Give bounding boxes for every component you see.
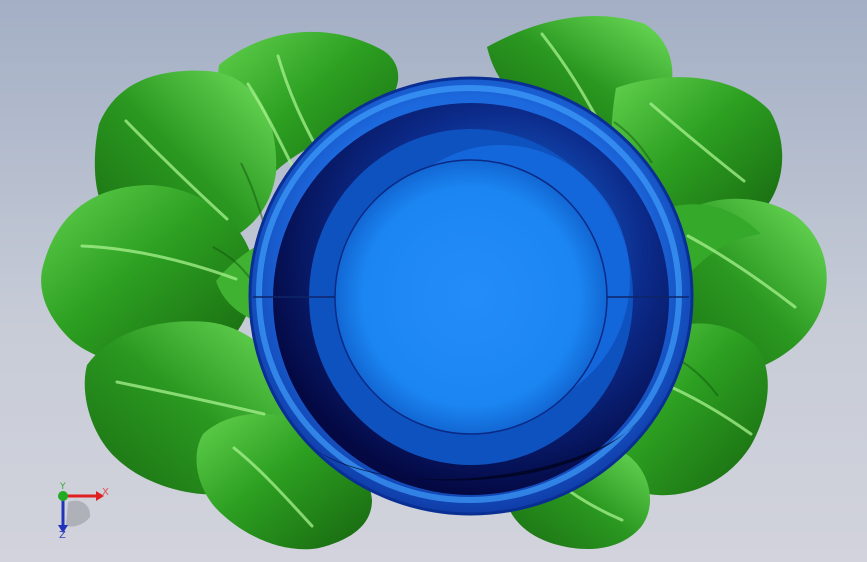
y-axis-dot-icon: [58, 491, 68, 501]
axis-triad-shadow: [66, 500, 91, 527]
y-axis-label: Y: [60, 482, 66, 492]
cup-center-face[interactable]: [334, 159, 608, 435]
axis-triad: X Y Z: [48, 482, 118, 542]
x-axis-label: X: [102, 487, 109, 498]
cup-assembly[interactable]: [248, 76, 694, 516]
cad-graphics-viewport[interactable]: X Y Z: [0, 0, 867, 562]
z-axis-label: Z: [59, 530, 66, 541]
model-view[interactable]: [0, 0, 867, 562]
